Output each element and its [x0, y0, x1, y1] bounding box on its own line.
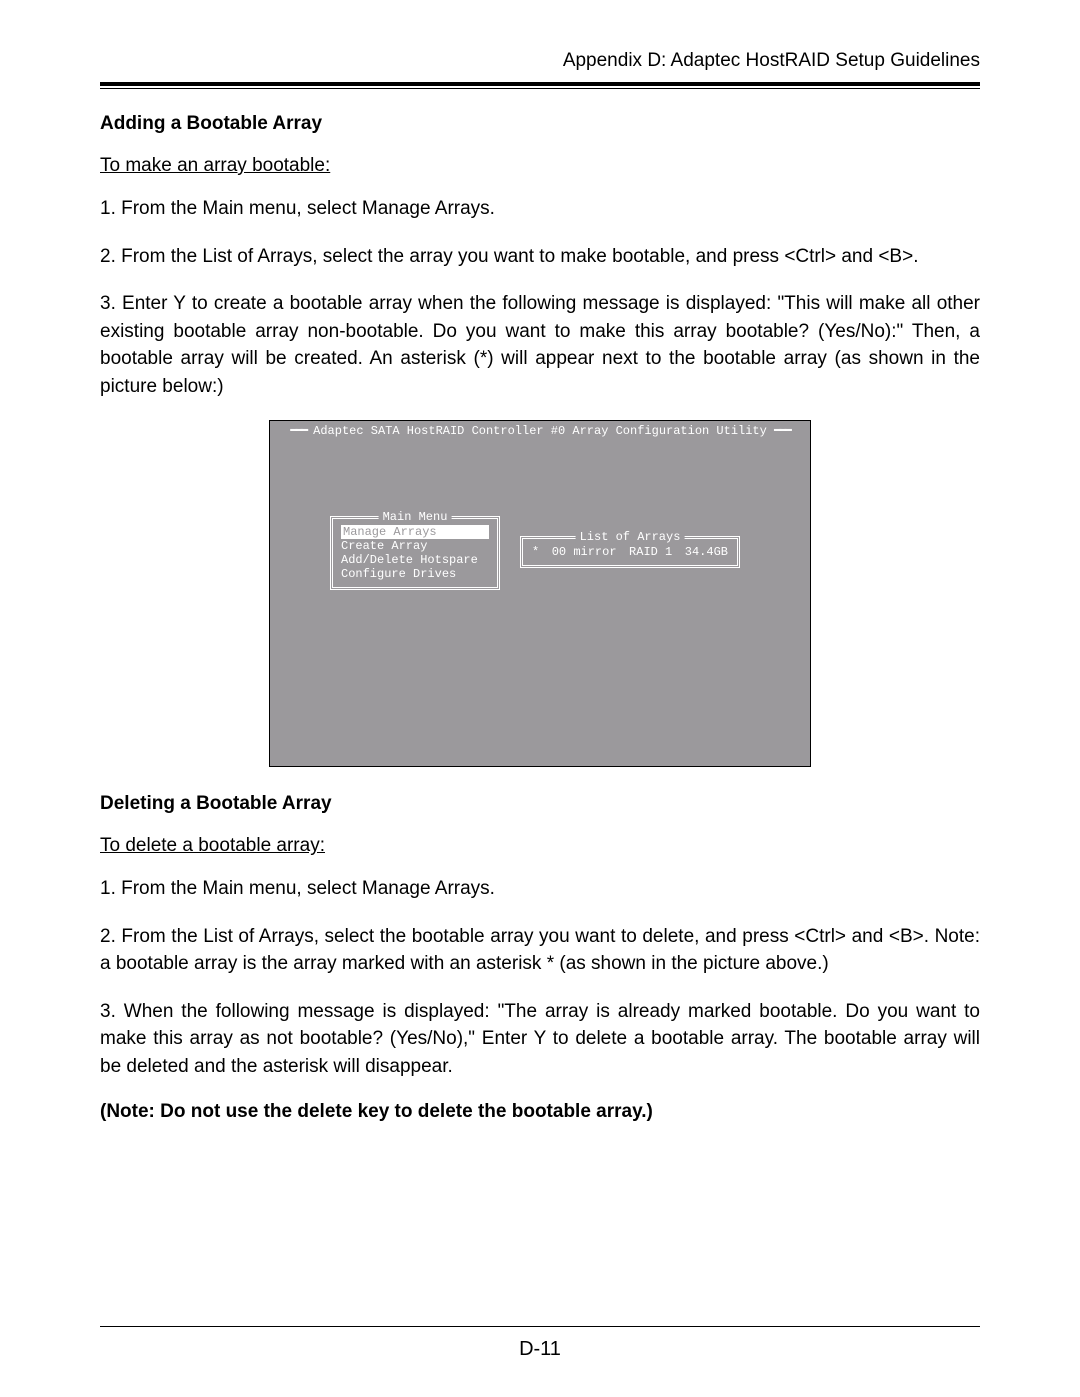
bios-screenshot: ━━━ Adaptec SATA HostRAID Controller #0 …	[269, 420, 811, 767]
adding-subhead: To make an array bootable:	[100, 155, 980, 177]
rule-right: ━━━	[774, 424, 790, 438]
bios-titlebar: ━━━ Adaptec SATA HostRAID Controller #0 …	[270, 423, 810, 438]
running-header: Appendix D: Adaptec HostRAID Setup Guide…	[100, 50, 980, 82]
array-size: 34.4GB	[684, 545, 729, 559]
page: Appendix D: Adaptec HostRAID Setup Guide…	[0, 0, 1080, 1397]
main-menu-box: Main Menu Manage Arrays Create Array Add…	[330, 516, 500, 590]
menu-item-configure-drives[interactable]: Configure Drives	[341, 567, 489, 581]
main-menu-legend: Main Menu	[379, 510, 452, 524]
adding-step-2: 2. From the List of Arrays, select the a…	[100, 243, 980, 271]
array-type: RAID 1	[628, 545, 673, 559]
adding-step-3: 3. Enter Y to create a bootable array wh…	[100, 290, 980, 400]
array-row[interactable]: * 00 mirror RAID 1 34.4GB	[531, 545, 729, 559]
array-bootable-mark: *	[531, 545, 540, 559]
array-name: 00 mirror	[551, 545, 618, 559]
footer-rule	[100, 1326, 980, 1327]
deleting-title: Deleting a Bootable Array	[100, 793, 980, 815]
adding-step-1: 1. From the Main menu, select Manage Arr…	[100, 195, 980, 223]
rule-left: ━━━	[290, 424, 306, 438]
deleting-step-3: 3. When the following message is display…	[100, 998, 980, 1081]
menu-item-create-array[interactable]: Create Array	[341, 539, 489, 553]
deleting-note: (Note: Do not use the delete key to dele…	[100, 1101, 980, 1123]
page-number: D-11	[0, 1338, 1080, 1361]
menu-item-manage-arrays[interactable]: Manage Arrays	[341, 525, 489, 539]
menu-item-add-delete-hotspare[interactable]: Add/Delete Hotspare	[341, 553, 489, 567]
arrays-legend: List of Arrays	[576, 530, 685, 544]
deleting-step-1: 1. From the Main menu, select Manage Arr…	[100, 875, 980, 903]
deleting-subhead: To delete a bootable array:	[100, 835, 980, 857]
bios-title: Adaptec SATA HostRAID Controller #0 Arra…	[313, 424, 767, 438]
adding-title: Adding a Bootable Array	[100, 113, 980, 135]
header-rule	[100, 82, 980, 89]
deleting-step-2: 2. From the List of Arrays, select the b…	[100, 923, 980, 978]
arrays-box: List of Arrays * 00 mirror RAID 1 34.4GB	[520, 536, 740, 568]
